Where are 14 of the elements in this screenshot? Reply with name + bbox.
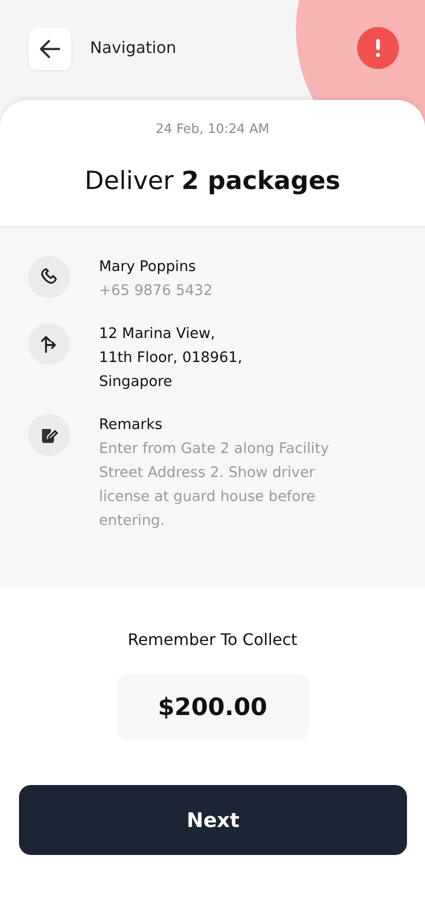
next-button[interactable]: Next — [19, 785, 407, 855]
back-arrow-icon — [39, 39, 61, 59]
collect-label: Remember To Collect — [126, 629, 298, 651]
collect-amount: $200.00 — [116, 674, 308, 740]
remarks-text: Enter from Gate 2 along Facility Street Address 2. Show driver license at guard house before entering. — [99, 440, 330, 531]
delivery-time: 24 Feb, 10:24 AM — [154, 121, 270, 139]
address-text: 12 Marina View, 11th Floor, 018961, Singapore — [99, 325, 242, 392]
contact-name: Mary Poppins — [99, 258, 197, 277]
delivery-title: Deliver 2 packages — [84, 164, 342, 196]
remarks-label: Remarks — [99, 416, 164, 435]
back-button[interactable] — [29, 28, 71, 70]
phone-number: +65 9876 5432 — [99, 282, 213, 301]
page-title: Navigation — [90, 37, 176, 59]
exclamation-icon — [375, 38, 381, 58]
